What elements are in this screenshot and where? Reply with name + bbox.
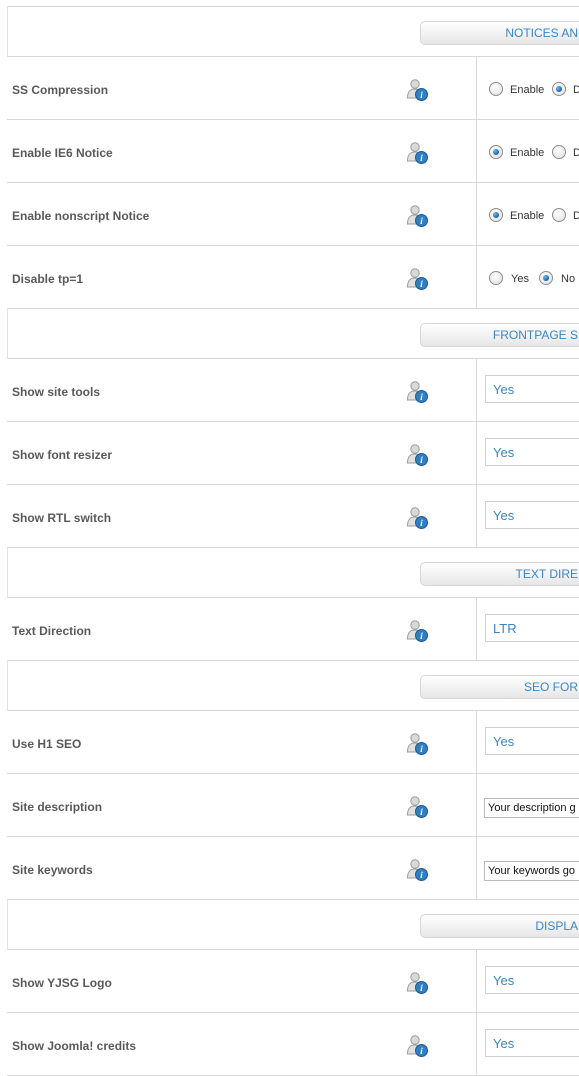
user-info-icon[interactable]: i xyxy=(405,858,429,882)
left-border xyxy=(7,6,8,57)
section-header-notices: NOTICES AN xyxy=(420,21,579,45)
row-divider xyxy=(7,949,579,950)
row-divider xyxy=(7,597,579,598)
radio-label: D xyxy=(573,147,579,159)
user-info-icon[interactable]: i xyxy=(405,78,429,102)
section-header-display: DISPLA xyxy=(420,914,579,938)
select-value: LTR xyxy=(493,621,517,636)
left-border xyxy=(7,660,8,711)
radio-no[interactable] xyxy=(539,271,553,285)
user-info-icon[interactable]: i xyxy=(405,732,429,756)
select-value: Yes xyxy=(493,1036,515,1051)
select-value: Yes xyxy=(493,382,515,397)
row-divider xyxy=(7,182,579,183)
row-label-rtl-switch: Show RTL switch xyxy=(12,511,112,525)
section-title: TEXT DIRE xyxy=(515,567,578,581)
radio-label: No xyxy=(561,273,576,285)
left-border xyxy=(7,547,8,598)
section-header-seo: SEO FOR xyxy=(420,675,579,699)
row-divider xyxy=(7,245,579,246)
select-joomla-credits[interactable]: Yes xyxy=(485,1029,579,1057)
site-keywords-input[interactable]: Your keywords go xyxy=(484,861,579,881)
left-border xyxy=(7,308,8,359)
row-label-ss-compression: SS Compression xyxy=(12,83,109,97)
row-divider xyxy=(7,660,579,661)
user-info-icon[interactable]: i xyxy=(405,619,429,643)
section-header-frontpage: FRONTPAGE S xyxy=(420,323,579,347)
column-divider xyxy=(476,57,477,308)
row-label-h1-seo: Use H1 SEO xyxy=(12,737,82,751)
input-value: Your keywords go xyxy=(488,865,576,877)
row-divider xyxy=(7,119,579,120)
user-info-icon[interactable]: i xyxy=(405,380,429,404)
row-label-site-keywords: Site keywords xyxy=(12,863,93,877)
select-value: Yes xyxy=(493,508,515,523)
select-site-tools[interactable]: Yes xyxy=(485,375,579,403)
section-title: NOTICES AN xyxy=(505,26,578,40)
row-divider xyxy=(7,421,579,422)
row-divider xyxy=(7,710,579,711)
row-divider xyxy=(7,1012,579,1013)
column-divider xyxy=(476,711,477,899)
row-divider xyxy=(7,358,579,359)
row-label-text-direction: Text Direction xyxy=(12,624,92,638)
row-divider xyxy=(7,773,579,774)
radio-label: Yes xyxy=(511,273,529,285)
section-title: SEO FOR xyxy=(523,680,578,694)
select-h1-seo[interactable]: Yes xyxy=(485,727,579,755)
row-label-disable-tp: Disable tp=1 xyxy=(12,272,84,286)
row-divider xyxy=(7,56,579,57)
section-title: FRONTPAGE S xyxy=(492,328,578,342)
radio-label: Enable xyxy=(510,147,545,159)
radio-label: Enable xyxy=(510,210,545,222)
user-info-icon[interactable]: i xyxy=(405,1034,429,1058)
select-value: Yes xyxy=(493,734,515,749)
row-label-ie6-notice: Enable IE6 Notice xyxy=(12,146,113,160)
radio-enable[interactable] xyxy=(489,145,503,159)
select-value: Yes xyxy=(493,973,515,988)
row-label-font-resizer: Show font resizer xyxy=(12,448,113,462)
user-info-icon[interactable]: i xyxy=(405,204,429,228)
row-divider xyxy=(7,547,579,548)
radio-disable[interactable] xyxy=(552,208,566,222)
select-rtl-switch[interactable]: Yes xyxy=(485,501,579,529)
row-divider xyxy=(7,308,579,309)
user-info-icon[interactable]: i xyxy=(405,267,429,291)
radio-yes[interactable] xyxy=(489,271,503,285)
user-info-icon[interactable]: i xyxy=(405,141,429,165)
column-divider xyxy=(476,950,477,1076)
row-divider xyxy=(7,836,579,837)
column-divider xyxy=(476,359,477,547)
select-font-resizer[interactable]: Yes xyxy=(485,438,579,466)
radio-enable[interactable] xyxy=(489,82,503,96)
row-divider xyxy=(7,6,579,7)
section-title: DISPLA xyxy=(535,919,578,933)
radio-label: D xyxy=(573,84,579,96)
user-info-icon[interactable]: i xyxy=(405,971,429,995)
user-info-icon[interactable]: i xyxy=(405,506,429,530)
row-label-site-description: Site description xyxy=(12,800,103,814)
radio-disable[interactable] xyxy=(552,145,566,159)
select-text-direction[interactable]: LTR xyxy=(485,614,579,642)
row-divider xyxy=(7,484,579,485)
user-info-icon[interactable]: i xyxy=(405,443,429,467)
input-value: Your description g xyxy=(488,802,576,814)
section-header-text-direction: TEXT DIRE xyxy=(420,562,579,586)
column-divider xyxy=(476,598,477,660)
row-label-yjsg-logo: Show YJSG Logo xyxy=(12,976,112,990)
user-info-icon[interactable]: i xyxy=(405,795,429,819)
select-value: Yes xyxy=(493,445,515,460)
row-divider xyxy=(7,899,579,900)
radio-label: D xyxy=(573,210,579,222)
site-description-input[interactable]: Your description g xyxy=(484,798,579,818)
radio-label: Enable xyxy=(510,84,545,96)
left-border xyxy=(7,899,8,950)
radio-enable[interactable] xyxy=(489,208,503,222)
radio-disable[interactable] xyxy=(552,82,566,96)
row-label-joomla-credits: Show Joomla! credits xyxy=(12,1039,137,1053)
select-yjsg-logo[interactable]: Yes xyxy=(485,966,579,994)
row-label-site-tools: Show site tools xyxy=(12,385,101,399)
row-label-nonscript-notice: Enable nonscript Notice xyxy=(12,209,150,223)
